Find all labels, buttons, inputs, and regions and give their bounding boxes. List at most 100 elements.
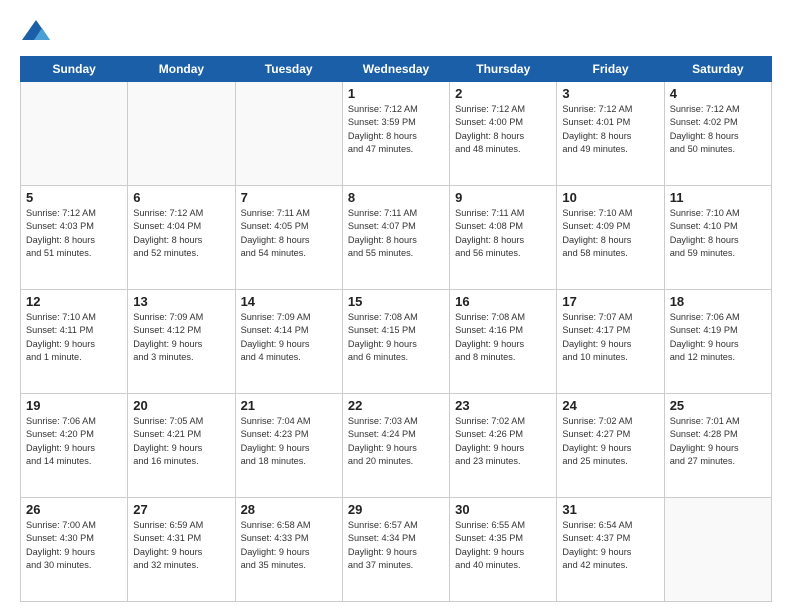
weekday-header-thursday: Thursday bbox=[450, 57, 557, 82]
day-number: 6 bbox=[133, 190, 229, 205]
calendar-week-row: 12 Sunrise: 7:10 AM Sunset: 4:11 PM Dayli… bbox=[21, 290, 772, 394]
day-info: Sunrise: 7:09 AM Sunset: 4:12 PM Dayligh… bbox=[133, 311, 229, 364]
day-info: Sunrise: 7:11 AM Sunset: 4:07 PM Dayligh… bbox=[348, 207, 444, 260]
day-number: 19 bbox=[26, 398, 122, 413]
calendar-cell: 5 Sunrise: 7:12 AM Sunset: 4:03 PM Daylig… bbox=[21, 186, 128, 290]
day-number: 16 bbox=[455, 294, 551, 309]
day-info: Sunrise: 7:12 AM Sunset: 4:02 PM Dayligh… bbox=[670, 103, 766, 156]
calendar-week-row: 1 Sunrise: 7:12 AM Sunset: 3:59 PM Daylig… bbox=[21, 82, 772, 186]
day-info: Sunrise: 7:02 AM Sunset: 4:26 PM Dayligh… bbox=[455, 415, 551, 468]
day-number: 3 bbox=[562, 86, 658, 101]
day-number: 5 bbox=[26, 190, 122, 205]
day-number: 18 bbox=[670, 294, 766, 309]
calendar-cell: 15 Sunrise: 7:08 AM Sunset: 4:15 PM Dayli… bbox=[342, 290, 449, 394]
day-number: 1 bbox=[348, 86, 444, 101]
day-info: Sunrise: 7:08 AM Sunset: 4:16 PM Dayligh… bbox=[455, 311, 551, 364]
calendar-cell: 16 Sunrise: 7:08 AM Sunset: 4:16 PM Dayli… bbox=[450, 290, 557, 394]
calendar-cell: 20Sunrise: 7:05 AM Sunset: 4:21 PM Dayli… bbox=[128, 394, 235, 498]
day-number: 24 bbox=[562, 398, 658, 413]
calendar-cell: 21 Sunrise: 7:04 AM Sunset: 4:23 PM Dayli… bbox=[235, 394, 342, 498]
weekday-header-row: SundayMondayTuesdayWednesdayThursdayFrid… bbox=[21, 57, 772, 82]
day-info: Sunrise: 7:12 AM Sunset: 3:59 PM Dayligh… bbox=[348, 103, 444, 156]
day-number: 25 bbox=[670, 398, 766, 413]
day-info: Sunrise: 7:02 AM Sunset: 4:27 PM Dayligh… bbox=[562, 415, 658, 468]
day-info: Sunrise: 6:54 AM Sunset: 4:37 PM Dayligh… bbox=[562, 519, 658, 572]
weekday-header-monday: Monday bbox=[128, 57, 235, 82]
weekday-header-saturday: Saturday bbox=[664, 57, 771, 82]
day-number: 2 bbox=[455, 86, 551, 101]
calendar-cell: 27Sunrise: 6:59 AM Sunset: 4:31 PM Dayli… bbox=[128, 498, 235, 602]
day-info: Sunrise: 7:11 AM Sunset: 4:08 PM Dayligh… bbox=[455, 207, 551, 260]
day-info: Sunrise: 7:03 AM Sunset: 4:24 PM Dayligh… bbox=[348, 415, 444, 468]
calendar-cell: 22Sunrise: 7:03 AM Sunset: 4:24 PM Dayli… bbox=[342, 394, 449, 498]
day-number: 29 bbox=[348, 502, 444, 517]
day-info: Sunrise: 7:10 AM Sunset: 4:10 PM Dayligh… bbox=[670, 207, 766, 260]
day-info: Sunrise: 7:00 AM Sunset: 4:30 PM Dayligh… bbox=[26, 519, 122, 572]
day-number: 30 bbox=[455, 502, 551, 517]
day-number: 27 bbox=[133, 502, 229, 517]
day-number: 9 bbox=[455, 190, 551, 205]
calendar-cell: 9 Sunrise: 7:11 AM Sunset: 4:08 PM Daylig… bbox=[450, 186, 557, 290]
day-number: 21 bbox=[241, 398, 337, 413]
calendar-cell bbox=[21, 82, 128, 186]
calendar-week-row: 5 Sunrise: 7:12 AM Sunset: 4:03 PM Daylig… bbox=[21, 186, 772, 290]
calendar-cell: 13 Sunrise: 7:09 AM Sunset: 4:12 PM Dayli… bbox=[128, 290, 235, 394]
day-info: Sunrise: 7:12 AM Sunset: 4:01 PM Dayligh… bbox=[562, 103, 658, 156]
calendar-cell: 3 Sunrise: 7:12 AM Sunset: 4:01 PM Daylig… bbox=[557, 82, 664, 186]
day-info: Sunrise: 7:06 AM Sunset: 4:20 PM Dayligh… bbox=[26, 415, 122, 468]
day-number: 7 bbox=[241, 190, 337, 205]
day-number: 14 bbox=[241, 294, 337, 309]
page: SundayMondayTuesdayWednesdayThursdayFrid… bbox=[0, 0, 792, 612]
day-info: Sunrise: 7:10 AM Sunset: 4:11 PM Dayligh… bbox=[26, 311, 122, 364]
calendar-cell: 12 Sunrise: 7:10 AM Sunset: 4:11 PM Dayli… bbox=[21, 290, 128, 394]
calendar-cell: 24 Sunrise: 7:02 AM Sunset: 4:27 PM Dayli… bbox=[557, 394, 664, 498]
day-info: Sunrise: 7:11 AM Sunset: 4:05 PM Dayligh… bbox=[241, 207, 337, 260]
day-number: 23 bbox=[455, 398, 551, 413]
calendar-cell: 29 Sunrise: 6:57 AM Sunset: 4:34 PM Dayli… bbox=[342, 498, 449, 602]
day-number: 15 bbox=[348, 294, 444, 309]
calendar-cell: 6Sunrise: 7:12 AM Sunset: 4:04 PM Daylig… bbox=[128, 186, 235, 290]
calendar-cell: 8Sunrise: 7:11 AM Sunset: 4:07 PM Daylig… bbox=[342, 186, 449, 290]
logo-icon bbox=[20, 18, 52, 46]
weekday-header-wednesday: Wednesday bbox=[342, 57, 449, 82]
logo bbox=[20, 18, 56, 46]
day-number: 4 bbox=[670, 86, 766, 101]
weekday-header-friday: Friday bbox=[557, 57, 664, 82]
weekday-header-sunday: Sunday bbox=[21, 57, 128, 82]
day-info: Sunrise: 7:12 AM Sunset: 4:00 PM Dayligh… bbox=[455, 103, 551, 156]
day-number: 13 bbox=[133, 294, 229, 309]
calendar-cell: 23 Sunrise: 7:02 AM Sunset: 4:26 PM Dayli… bbox=[450, 394, 557, 498]
weekday-header-tuesday: Tuesday bbox=[235, 57, 342, 82]
calendar-cell: 10Sunrise: 7:10 AM Sunset: 4:09 PM Dayli… bbox=[557, 186, 664, 290]
day-info: Sunrise: 7:06 AM Sunset: 4:19 PM Dayligh… bbox=[670, 311, 766, 364]
day-info: Sunrise: 7:04 AM Sunset: 4:23 PM Dayligh… bbox=[241, 415, 337, 468]
calendar-week-row: 26Sunrise: 7:00 AM Sunset: 4:30 PM Dayli… bbox=[21, 498, 772, 602]
calendar-week-row: 19 Sunrise: 7:06 AM Sunset: 4:20 PM Dayli… bbox=[21, 394, 772, 498]
calendar-cell: 14 Sunrise: 7:09 AM Sunset: 4:14 PM Dayli… bbox=[235, 290, 342, 394]
day-number: 11 bbox=[670, 190, 766, 205]
calendar-cell: 19 Sunrise: 7:06 AM Sunset: 4:20 PM Dayli… bbox=[21, 394, 128, 498]
day-info: Sunrise: 7:08 AM Sunset: 4:15 PM Dayligh… bbox=[348, 311, 444, 364]
calendar-cell: 11 Sunrise: 7:10 AM Sunset: 4:10 PM Dayli… bbox=[664, 186, 771, 290]
calendar-cell: 2 Sunrise: 7:12 AM Sunset: 4:00 PM Daylig… bbox=[450, 82, 557, 186]
header bbox=[20, 18, 772, 46]
day-info: Sunrise: 7:12 AM Sunset: 4:03 PM Dayligh… bbox=[26, 207, 122, 260]
calendar-cell: 30Sunrise: 6:55 AM Sunset: 4:35 PM Dayli… bbox=[450, 498, 557, 602]
day-number: 12 bbox=[26, 294, 122, 309]
calendar-cell: 1 Sunrise: 7:12 AM Sunset: 3:59 PM Daylig… bbox=[342, 82, 449, 186]
day-number: 20 bbox=[133, 398, 229, 413]
day-info: Sunrise: 6:57 AM Sunset: 4:34 PM Dayligh… bbox=[348, 519, 444, 572]
calendar-cell: 25 Sunrise: 7:01 AM Sunset: 4:28 PM Dayli… bbox=[664, 394, 771, 498]
day-number: 17 bbox=[562, 294, 658, 309]
calendar-cell bbox=[664, 498, 771, 602]
day-info: Sunrise: 6:58 AM Sunset: 4:33 PM Dayligh… bbox=[241, 519, 337, 572]
calendar-table: SundayMondayTuesdayWednesdayThursdayFrid… bbox=[20, 56, 772, 602]
calendar-cell bbox=[128, 82, 235, 186]
day-info: Sunrise: 7:09 AM Sunset: 4:14 PM Dayligh… bbox=[241, 311, 337, 364]
day-number: 10 bbox=[562, 190, 658, 205]
calendar-cell bbox=[235, 82, 342, 186]
calendar-cell: 26Sunrise: 7:00 AM Sunset: 4:30 PM Dayli… bbox=[21, 498, 128, 602]
day-info: Sunrise: 7:01 AM Sunset: 4:28 PM Dayligh… bbox=[670, 415, 766, 468]
day-info: Sunrise: 7:07 AM Sunset: 4:17 PM Dayligh… bbox=[562, 311, 658, 364]
calendar-cell: 28Sunrise: 6:58 AM Sunset: 4:33 PM Dayli… bbox=[235, 498, 342, 602]
